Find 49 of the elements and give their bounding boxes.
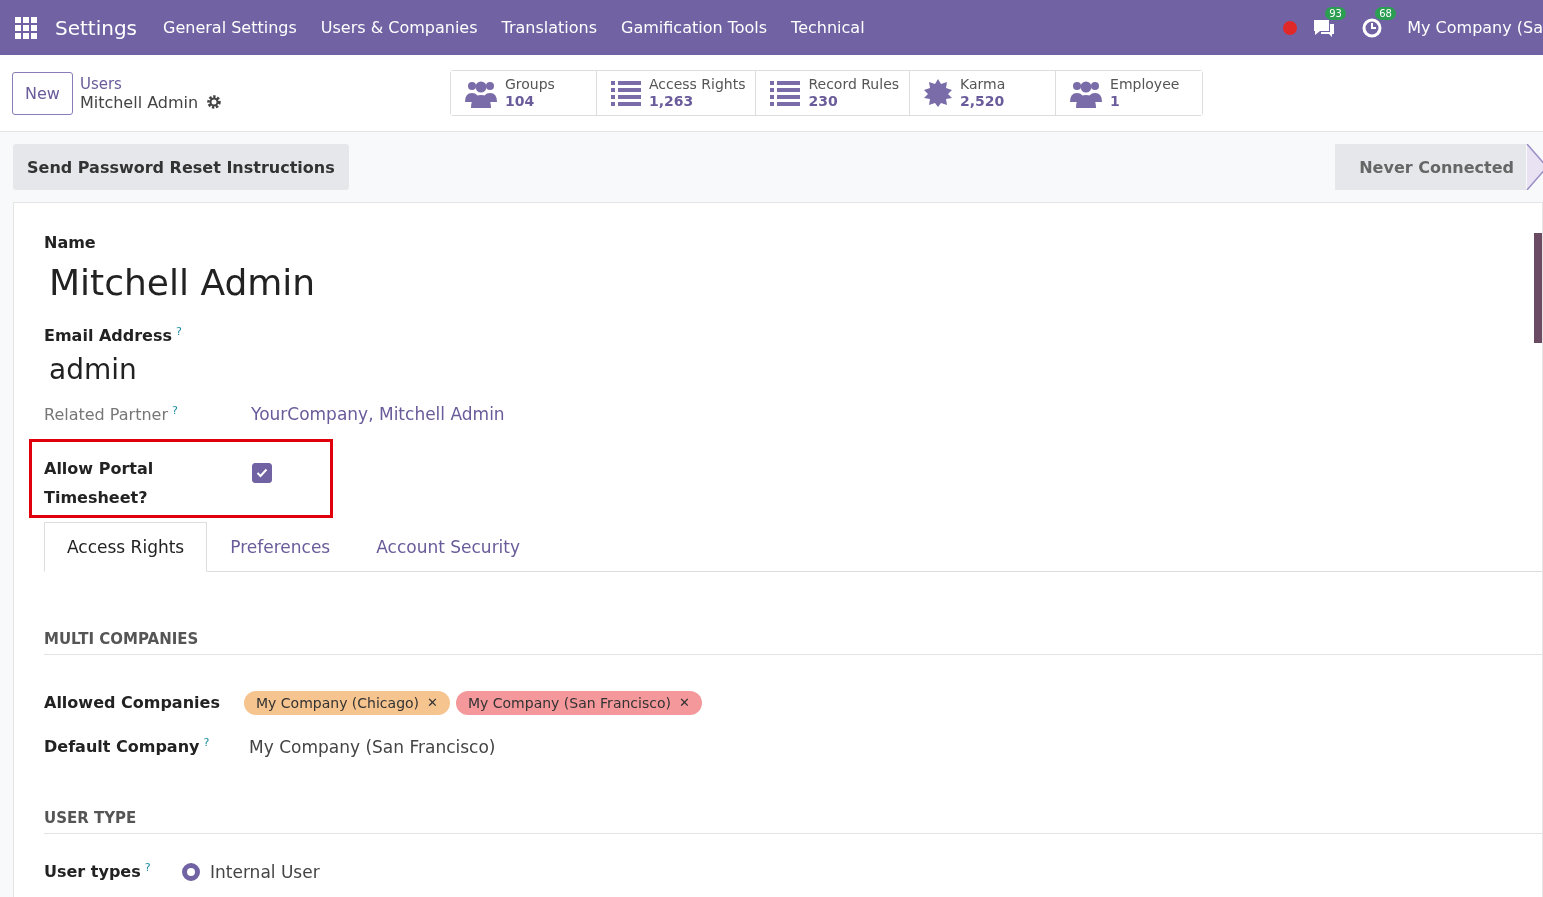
help-mark[interactable]: ? <box>144 861 151 875</box>
list-icon <box>770 80 801 106</box>
partner-link[interactable]: YourCompany, Mitchell Admin <box>251 404 505 425</box>
breadcrumb-link[interactable]: Users <box>79 74 450 93</box>
starburst-icon <box>924 79 953 107</box>
field-label: Allowed Companies <box>44 693 220 713</box>
app-grid-icon[interactable] <box>15 16 37 39</box>
menu-item[interactable]: Technical <box>791 18 865 37</box>
settings-icon[interactable] <box>206 94 223 110</box>
tab[interactable]: Access Rights <box>44 521 208 572</box>
section-heading: MULTI COMPANIES <box>44 629 1542 655</box>
radio-button[interactable] <box>182 862 200 881</box>
tab[interactable]: Account Security <box>353 521 544 572</box>
field-label: User types <box>44 862 141 882</box>
chat-count-badge: 93 <box>1325 6 1346 20</box>
menu-item[interactable]: Translations <box>501 18 598 37</box>
email-field[interactable]: admin <box>49 353 137 387</box>
list-icon <box>610 80 641 106</box>
field-label: Name <box>44 233 97 252</box>
field-label: Related Partner <box>44 405 168 425</box>
app-title[interactable]: Settings <box>55 15 138 40</box>
reset-password-button[interactable]: Send Password Reset Instructions <box>13 144 349 190</box>
menu-item[interactable]: Users & Companies <box>320 18 478 37</box>
checkbox[interactable] <box>252 462 272 483</box>
company-tag[interactable]: My Company (San Francisco) ✕ <box>455 690 702 715</box>
field-label: Allow Portal Timesheet? <box>44 457 155 509</box>
status-stage[interactable]: Never Connected <box>1335 144 1526 190</box>
record-title: Mitchell Admin <box>79 92 199 112</box>
chevron-icon <box>1526 144 1543 190</box>
name-field[interactable]: Mitchell Admin <box>49 262 316 303</box>
company-switcher[interactable]: My Company (Sa <box>1407 18 1543 37</box>
new-button[interactable]: New <box>12 71 73 115</box>
company-tag[interactable]: My Company (Chicago) ✕ <box>244 690 450 715</box>
menu-item[interactable]: General Settings <box>163 18 297 37</box>
clock-icon[interactable] <box>1361 16 1384 39</box>
menu-item[interactable]: Gamification Tools <box>621 18 768 37</box>
activity-count-badge: 68 <box>1375 6 1396 20</box>
field-label: Default Company <box>44 737 200 757</box>
check-icon <box>256 467 268 478</box>
section-heading: USER TYPE <box>44 808 1542 834</box>
smart-button[interactable]: Groups 104 <box>450 71 597 115</box>
help-mark[interactable]: ? <box>176 325 182 338</box>
field-label: Email Address <box>44 326 172 346</box>
help-mark[interactable]: ? <box>203 736 210 750</box>
status-dot-icon[interactable] <box>1283 20 1298 35</box>
help-mark[interactable]: ? <box>172 404 178 418</box>
tab[interactable]: Preferences <box>207 521 354 572</box>
default-company-field[interactable]: My Company (San Francisco) <box>244 736 496 757</box>
radio-label[interactable]: Internal User <box>210 861 320 882</box>
